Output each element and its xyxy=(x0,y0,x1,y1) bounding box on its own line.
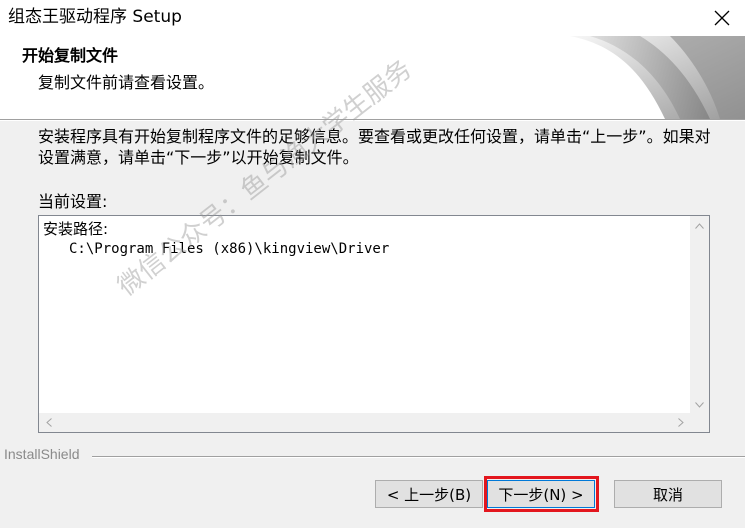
header-title: 开始复制文件 xyxy=(22,46,119,65)
close-icon xyxy=(714,10,730,26)
settings-content: 安装路径: C:\Program Files (x86)\kingview\Dr… xyxy=(43,219,389,259)
vertical-scrollbar[interactable] xyxy=(690,216,709,414)
footer-divider xyxy=(92,456,745,458)
installshield-graphic-icon xyxy=(570,36,745,119)
scroll-corner xyxy=(690,413,709,432)
horizontal-scrollbar[interactable] xyxy=(39,413,690,432)
header-subtitle: 复制文件前请查看设置。 xyxy=(38,73,215,92)
scroll-right-icon[interactable] xyxy=(671,413,690,432)
back-button[interactable]: < 上一步(B) xyxy=(375,480,483,508)
scroll-left-icon[interactable] xyxy=(39,413,58,432)
instructions-text: 安装程序具有开始复制程序文件的足够信息。要查看或更改任何设置，请单击“上一步”。… xyxy=(38,127,711,167)
settings-textbox[interactable]: 安装路径: C:\Program Files (x86)\kingview\Dr… xyxy=(38,215,710,433)
installshield-brand: InstallShield xyxy=(4,446,80,462)
scroll-down-icon[interactable] xyxy=(690,395,709,414)
install-path-label: 安装路径: xyxy=(43,220,109,238)
title-bar: 组态王驱动程序 Setup xyxy=(0,0,745,36)
wizard-header: 开始复制文件 复制文件前请查看设置。 xyxy=(0,36,745,119)
install-path-value: C:\Program Files (x86)\kingview\Driver xyxy=(69,241,390,257)
cancel-button[interactable]: 取消 xyxy=(614,480,722,508)
next-button-highlight xyxy=(484,476,599,512)
close-button[interactable] xyxy=(699,0,745,36)
scroll-up-icon[interactable] xyxy=(690,216,709,235)
window-title: 组态王驱动程序 Setup xyxy=(8,7,182,27)
header-divider xyxy=(0,119,745,121)
current-settings-label: 当前设置: xyxy=(38,192,108,211)
